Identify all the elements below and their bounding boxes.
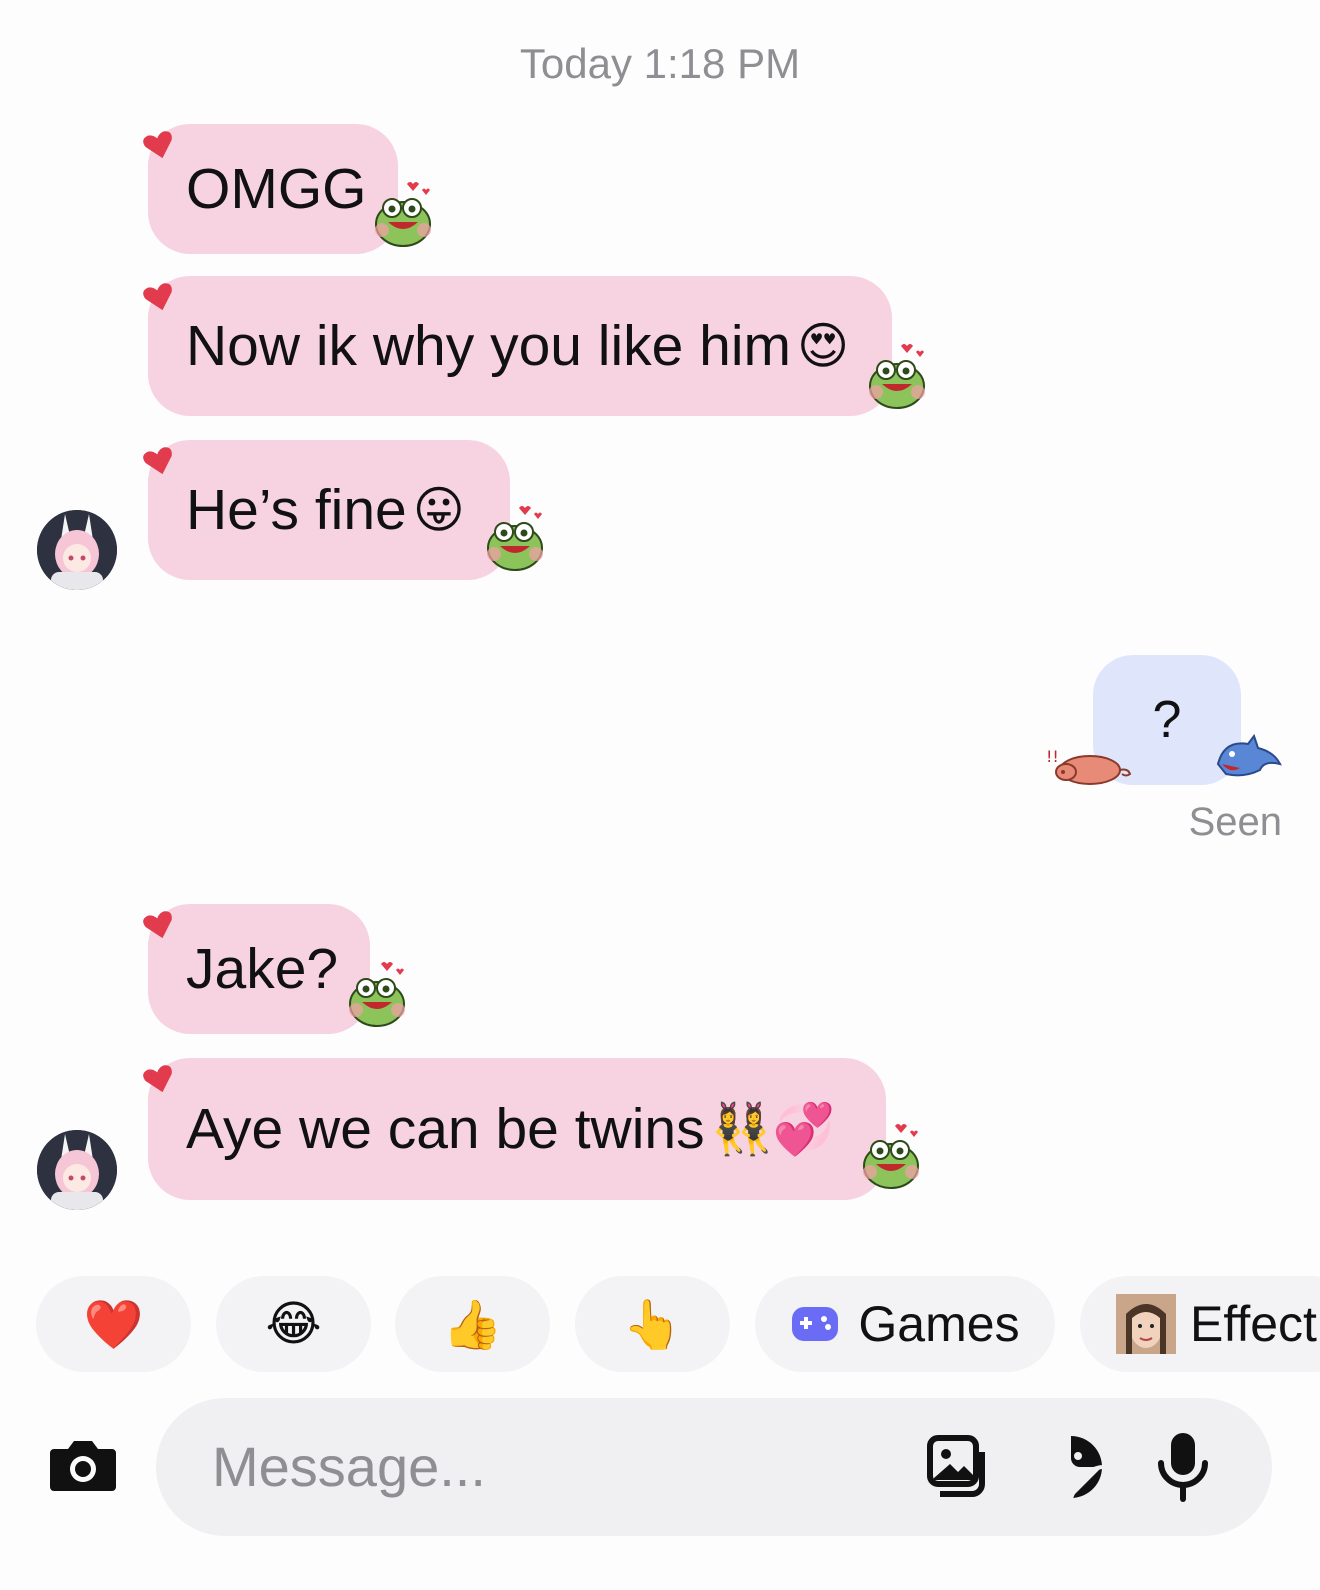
games-label: Games <box>858 1296 1020 1352</box>
frog-sticker-icon <box>349 962 405 1027</box>
pig-sticker-icon: !! <box>1046 747 1132 785</box>
gallery-button[interactable] <box>924 1432 994 1502</box>
received-message-bubble[interactable]: Jake? <box>148 904 370 1034</box>
games-button[interactable]: Games <box>755 1276 1055 1372</box>
microphone-icon <box>1158 1433 1208 1502</box>
received-message-bubble[interactable]: OMGG <box>148 124 398 254</box>
heart-sticker-icon <box>143 911 172 939</box>
frog-sticker-icon <box>487 506 543 571</box>
anime-avatar-icon <box>37 510 117 590</box>
frog-sticker-icon <box>863 1124 919 1189</box>
avatar[interactable] <box>37 510 117 590</box>
seen-status: Seen <box>1188 800 1282 844</box>
laughing-emoji-icon: 😂 <box>265 1296 322 1352</box>
message-text: Aye we can be twins <box>186 1097 705 1161</box>
heart-sticker-icon <box>143 447 172 475</box>
heart-sticker-icon <box>143 283 172 311</box>
heart-sticker-icon <box>143 1065 172 1093</box>
frog-sticker-icon <box>869 344 925 409</box>
sticker-icon <box>1040 1436 1103 1499</box>
message-composer[interactable]: Message... <box>156 1398 1272 1536</box>
heart-icon: ❤️ <box>83 1296 144 1353</box>
sticker-button[interactable] <box>1036 1432 1106 1502</box>
received-message-bubble[interactable]: He’s fine 😛 <box>148 440 510 580</box>
quick-reaction-thumbs-up[interactable]: 👍 <box>395 1276 550 1372</box>
camera-button[interactable] <box>46 1428 120 1502</box>
gallery-icon <box>927 1435 985 1497</box>
gamepad-icon <box>792 1307 839 1341</box>
effects-button[interactable]: Effect <box>1080 1276 1320 1372</box>
effects-label: Effect <box>1190 1296 1317 1352</box>
camera-icon <box>50 1441 116 1491</box>
message-text: Jake? <box>186 937 339 1001</box>
shark-sticker-icon <box>1216 734 1282 777</box>
message-text: OMGG <box>186 157 367 221</box>
heart-eyes-emoji-icon: 😍 <box>797 317 850 375</box>
anime-avatar-icon <box>37 1130 117 1210</box>
message-text: He’s fine <box>186 478 407 542</box>
quick-reaction-pointing[interactable]: 👆 <box>575 1276 730 1372</box>
message-input-placeholder[interactable]: Message... <box>212 1434 486 1499</box>
conversation-timestamp: Today 1:18 PM <box>519 40 801 87</box>
quick-reaction-heart[interactable]: ❤️ <box>36 1276 191 1372</box>
thumbs-up-icon: 👍 <box>442 1296 503 1353</box>
microphone-button[interactable] <box>1148 1430 1218 1504</box>
pointing-hand-icon: 👆 <box>622 1296 683 1353</box>
avatar[interactable] <box>37 1130 117 1210</box>
message-text: Now ik why you like him <box>186 314 792 378</box>
dancers-and-hearts-emoji-icon: 👯‍♀️💞 <box>710 1099 836 1158</box>
message-text: ? <box>1152 691 1182 749</box>
received-message-bubble[interactable]: Now ik why you like him 😍 <box>148 276 892 416</box>
received-message-bubble[interactable]: Aye we can be twins 👯‍♀️💞 <box>148 1058 886 1200</box>
frog-sticker-icon <box>375 182 431 247</box>
quick-reaction-row: ❤️ 😂 👍 👆 Games Effect <box>0 1276 1320 1372</box>
effects-thumbnail <box>1116 1294 1176 1354</box>
heart-sticker-icon <box>143 131 172 159</box>
tongue-out-emoji-icon: 😛 <box>412 481 465 539</box>
svg-text:!!: !! <box>1046 747 1059 766</box>
quick-reaction-laugh[interactable]: 😂 <box>216 1276 371 1372</box>
